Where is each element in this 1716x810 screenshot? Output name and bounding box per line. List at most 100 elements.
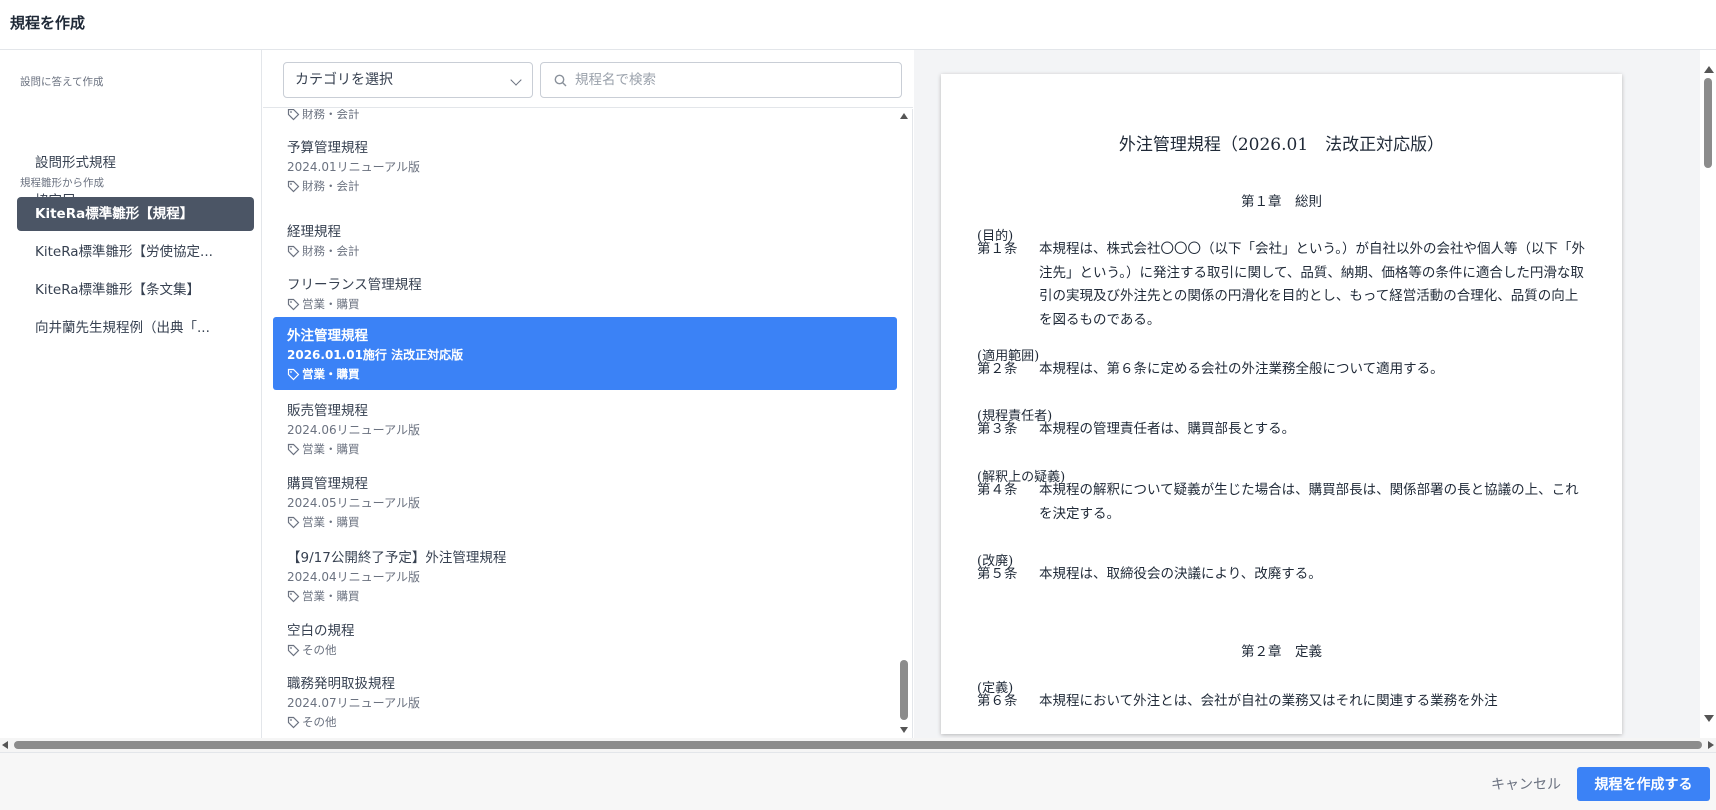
- scroll-left-arrow[interactable]: [2, 741, 8, 749]
- search-box[interactable]: [540, 62, 902, 98]
- list-item-partial[interactable]: 財務・会計: [273, 109, 897, 122]
- dialog-header: 規程を作成: [0, 0, 1716, 50]
- list-item-version: 2024.01リニューアル版: [287, 160, 421, 174]
- category-select[interactable]: カテゴリを選択: [283, 62, 533, 98]
- tag-icon: [287, 109, 300, 120]
- list-item[interactable]: 【9/17公開終了予定】外注管理規程 2024.04リニューアル版 営業・購買: [273, 546, 897, 603]
- list-item-name: 予算管理規程: [287, 140, 368, 156]
- list-item-name: 経理規程: [287, 224, 341, 240]
- list-item-name: 外注管理規程: [287, 328, 368, 344]
- list-item-selected[interactable]: 外注管理規程 2026.01.01施行 法改正対応版 営業・購買: [273, 317, 897, 390]
- tag: 財務・会計: [287, 243, 897, 259]
- article-text: 本規程において外注とは、会社が自社の業務又はそれに関連する業務を外注: [1039, 693, 1498, 709]
- article-number: 第１条: [977, 241, 1018, 257]
- cancel-button[interactable]: キャンセル: [1478, 767, 1574, 801]
- article-text: 本規程は、第６条に定める会社の外注業務全般について適用する。: [1039, 361, 1444, 377]
- nav-item-kitera-agreements[interactable]: KiteRa標準雛形【労使協定...: [17, 235, 254, 269]
- list-item-version: 2024.06リニューアル版: [287, 423, 421, 437]
- scroll-down-arrow[interactable]: [1704, 715, 1714, 722]
- tag: 営業・購買: [287, 441, 897, 457]
- list-item-version: 2026.01.01施行 法改正対応版: [287, 348, 464, 362]
- list-item-version: 2024.05リニューアル版: [287, 496, 421, 510]
- tag-label: 財務・会計: [302, 109, 360, 121]
- preview-scrollbar[interactable]: [1700, 60, 1716, 728]
- create-rule-button[interactable]: 規程を作成する: [1577, 767, 1710, 801]
- article-text: 本規程の解釈について疑義が生じた場合は、購買部長は、関係部署の長と協議の上、これ…: [1039, 482, 1579, 522]
- scroll-thumb[interactable]: [900, 660, 908, 720]
- article: 第６条 本規程において外注とは、会社が自社の業務又はそれに関連する業務を外注: [977, 690, 1589, 714]
- article: 第４条 本規程の解釈について疑義が生じた場合は、購買部長は、関係部署の長と協議の…: [977, 479, 1589, 527]
- article-text: 本規程は、取締役会の決議により、改廃する。: [1039, 566, 1322, 582]
- tag-label: 営業・購買: [302, 297, 360, 311]
- tag-label: 財務・会計: [302, 244, 360, 258]
- tag: その他: [287, 642, 897, 658]
- tag-icon: [287, 590, 300, 602]
- search-input[interactable]: [575, 63, 895, 97]
- tag: その他: [287, 714, 897, 730]
- tag: 財務・会計: [287, 178, 897, 194]
- template-list[interactable]: 財務・会計 予算管理規程 2024.01リニューアル版 財務・会計 経理規程 財…: [263, 109, 913, 738]
- document-title: 外注管理規程（2026.01 法改正対応版）: [1118, 135, 1445, 155]
- list-item-name: 空白の規程: [287, 623, 355, 639]
- category-select-label: カテゴリを選択: [295, 72, 393, 88]
- tag: 財務・会計: [287, 109, 897, 122]
- nav-item-mukai-examples[interactable]: 向井蘭先生規程例（出典「...: [17, 311, 254, 345]
- list-item[interactable]: 空白の規程 その他: [273, 619, 897, 658]
- horizontal-scrollbar[interactable]: [0, 738, 1716, 752]
- tag-icon: [287, 180, 300, 192]
- scroll-thumb[interactable]: [14, 741, 1702, 749]
- dialog-title: 規程を作成: [10, 14, 86, 32]
- article-number: 第４条: [977, 482, 1018, 498]
- list-item[interactable]: 予算管理規程 2024.01リニューアル版 財務・会計: [273, 135, 897, 193]
- tag-icon: [287, 716, 300, 728]
- tag-label: 財務・会計: [302, 179, 360, 193]
- document-preview: 外注管理規程（2026.01 法改正対応版） 第１章 総則 (目的) 第１条 本…: [914, 50, 1700, 738]
- chevron-down-icon: [510, 74, 522, 86]
- tag-label: 営業・購買: [302, 442, 360, 456]
- tag-label: その他: [302, 643, 337, 657]
- chapter-heading: 第１章 総則: [1241, 194, 1322, 210]
- article: 第２条 本規程は、第６条に定める会社の外注業務全般について適用する。: [977, 358, 1589, 382]
- list-item[interactable]: 購買管理規程 2024.05リニューアル版 営業・購買: [273, 472, 897, 529]
- tag-icon: [287, 368, 300, 380]
- article-number: 第３条: [977, 421, 1018, 437]
- list-item-version: 2024.04リニューアル版: [287, 570, 421, 584]
- tag-icon: [287, 644, 300, 656]
- nav-item-kitera-clauses[interactable]: KiteRa標準雛形【条文集】: [17, 273, 254, 307]
- tag-icon: [287, 245, 300, 257]
- tag-label: その他: [302, 715, 337, 729]
- scroll-up-arrow[interactable]: [1704, 66, 1714, 73]
- tag-label: 営業・購買: [302, 367, 360, 381]
- tag: 営業・購買: [287, 588, 897, 604]
- document-page: 外注管理規程（2026.01 法改正対応版） 第１章 総則 (目的) 第１条 本…: [941, 74, 1622, 734]
- article-text: 本規程は、株式会社〇〇〇（以下「会社」という。）が自社以外の会社や個人等（以下「…: [1039, 241, 1585, 328]
- tag: 営業・購買: [287, 296, 897, 312]
- article: 第３条 本規程の管理責任者は、購買部長とする。: [977, 418, 1589, 442]
- article-number: 第６条: [977, 693, 1018, 709]
- list-item-name: 職務発明取扱規程: [287, 676, 395, 692]
- section-label-templates: 規程雛形から作成: [20, 177, 104, 189]
- list-item[interactable]: 職務発明取扱規程 2024.07リニューアル版 その他: [273, 672, 897, 729]
- dialog-footer: キャンセル 規程を作成する: [0, 752, 1716, 810]
- scroll-thumb[interactable]: [1704, 78, 1712, 168]
- tag-icon: [287, 516, 300, 528]
- list-item[interactable]: 販売管理規程 2024.06リニューアル版 営業・購買: [273, 399, 897, 456]
- scroll-right-arrow[interactable]: [1708, 741, 1714, 749]
- list-scrollbar[interactable]: [898, 109, 910, 738]
- list-item-name: 購買管理規程: [287, 476, 368, 492]
- article: 第１条 本規程は、株式会社〇〇〇（以下「会社」という。）が自社以外の会社や個人等…: [977, 238, 1589, 334]
- list-item-version: 2024.07リニューアル版: [287, 696, 421, 710]
- list-item[interactable]: 経理規程 財務・会計: [273, 220, 897, 259]
- chapter-heading: 第２章 定義: [1241, 644, 1322, 660]
- tag: 営業・購買: [287, 514, 897, 530]
- section-label-questions: 設問に答えて作成: [20, 76, 104, 88]
- scroll-down-arrow[interactable]: [900, 727, 908, 733]
- tag-label: 営業・購買: [302, 589, 360, 603]
- article-number: 第５条: [977, 566, 1018, 582]
- nav-item-kitera-rules[interactable]: KiteRa標準雛形【規程】: [17, 197, 254, 231]
- list-item-name: フリーランス管理規程: [287, 277, 422, 293]
- list-item[interactable]: フリーランス管理規程 営業・購買: [273, 273, 897, 312]
- tag-label: 営業・購買: [302, 515, 360, 529]
- article: 第５条 本規程は、取締役会の決議により、改廃する。: [977, 563, 1589, 587]
- scroll-up-arrow[interactable]: [900, 113, 908, 119]
